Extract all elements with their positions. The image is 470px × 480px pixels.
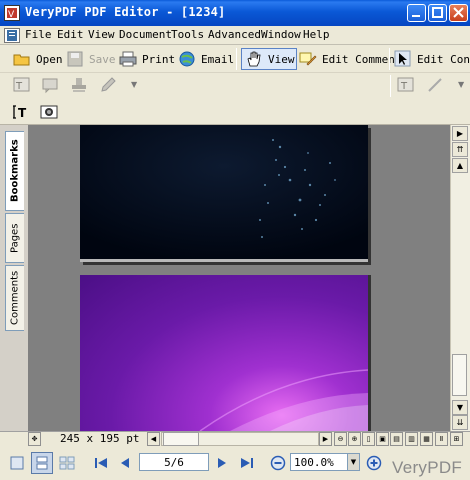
zoom-in-small-icon[interactable]: ⊕ — [348, 432, 361, 446]
edit-content-label: Edit Conte — [417, 52, 470, 66]
view-button[interactable]: View — [241, 48, 297, 70]
verypdf-logo-icon[interactable]: V — [4, 5, 20, 21]
page-image-dark — [80, 125, 368, 262]
chevron-down-icon[interactable]: ▼ — [347, 454, 359, 470]
page-number-input[interactable]: 5/6 — [139, 453, 209, 471]
print-button[interactable]: Print — [119, 48, 175, 70]
facing-pages-icon[interactable]: Ⅱ — [435, 432, 448, 446]
minimize-button[interactable] — [407, 4, 426, 22]
next-page-button[interactable] — [211, 452, 233, 474]
pdf-page-5[interactable] — [80, 125, 368, 262]
menu-window[interactable]: Window — [261, 28, 301, 41]
stamp-icon[interactable] — [70, 76, 88, 94]
fit-page-icon[interactable]: ▣ — [376, 432, 389, 446]
text-field-icon[interactable]: T — [397, 76, 415, 94]
scroll-right-arrow[interactable]: ▶ — [452, 126, 468, 141]
tab-pages[interactable]: Pages — [5, 213, 24, 263]
svg-text:T: T — [400, 81, 408, 92]
edit-content-button[interactable]: Edit Conte — [394, 48, 470, 70]
toolbar-separator — [236, 48, 237, 70]
fit-width-icon[interactable]: ▤ — [390, 432, 403, 446]
continuous-icon[interactable]: ▦ — [420, 432, 433, 446]
open-label: Open — [36, 52, 63, 66]
verypdf-watermark: VeryPDF — [392, 458, 463, 477]
move-icon[interactable]: ✥ — [28, 432, 41, 446]
menu-tools[interactable]: Tools — [171, 28, 204, 41]
maximize-button[interactable] — [428, 4, 447, 22]
save-button[interactable]: Save — [66, 48, 116, 70]
page-image-purple — [199, 369, 369, 432]
tab-comments[interactable]: Comments — [5, 265, 24, 331]
globe-mail-icon — [179, 51, 195, 67]
vertical-scroll-thumb[interactable] — [452, 354, 467, 396]
actual-size-icon[interactable]: ▥ — [405, 432, 418, 446]
edit-comment-button[interactable]: Edit Comment — [299, 48, 401, 70]
cursor-edit-icon — [394, 50, 411, 67]
page-size-readout: 245 x 195 pt — [60, 432, 140, 445]
first-page-arrow[interactable]: ⇈ — [452, 142, 468, 157]
facing-view-icon[interactable] — [56, 452, 78, 474]
email-button[interactable]: Email — [178, 48, 234, 70]
zoom-value: 100.0% — [294, 455, 334, 469]
horizontal-scroll-thumb[interactable] — [163, 432, 199, 446]
pdf-page-6[interactable] — [80, 275, 369, 432]
chevron-down-icon[interactable]: ▼ — [131, 80, 137, 89]
svg-text:V: V — [8, 10, 15, 20]
scroll-up-arrow[interactable]: ▲ — [452, 158, 468, 173]
pencil-icon[interactable] — [99, 76, 117, 94]
svg-text:T: T — [18, 106, 27, 120]
single-page-view-icon[interactable] — [6, 452, 28, 474]
menu-file[interactable]: File — [25, 28, 52, 41]
folder-icon — [13, 54, 30, 66]
zoom-out-small-icon[interactable]: ⊖ — [334, 432, 347, 446]
svg-text:T: T — [15, 81, 23, 92]
zoom-out-icon[interactable] — [267, 452, 289, 474]
email-label: Email — [201, 52, 235, 66]
split-view-icon[interactable]: ⊞ — [450, 432, 463, 446]
scroll-right-arrow[interactable]: ▶ — [319, 432, 332, 446]
menu-edit[interactable]: Edit — [57, 28, 84, 41]
document-menu-icon[interactable] — [4, 28, 20, 43]
window-title: VeryPDF PDF Editor - [1234] — [25, 5, 226, 19]
view-label: View — [268, 52, 295, 66]
comment-pencil-icon — [299, 52, 317, 66]
print-label: Print — [142, 52, 176, 66]
text-cursor-icon[interactable]: T — [12, 103, 30, 121]
line-tool-icon[interactable] — [426, 76, 444, 94]
previous-page-button[interactable] — [114, 452, 136, 474]
text-box-icon[interactable]: T — [13, 76, 31, 94]
last-page-arrow[interactable]: ⇊ — [452, 415, 468, 430]
save-label: Save — [89, 52, 116, 66]
chevron-down-icon[interactable]: ▼ — [458, 80, 464, 89]
note-comment-icon[interactable] — [41, 76, 59, 94]
menu-view[interactable]: View — [88, 28, 115, 41]
single-page-icon[interactable]: ▯ — [362, 432, 375, 446]
image-tool-icon[interactable] — [40, 103, 58, 121]
hand-icon — [247, 51, 261, 67]
zoom-in-icon[interactable] — [363, 452, 385, 474]
toolbar-separator — [389, 48, 390, 70]
toolbar-separator — [390, 75, 391, 97]
scroll-left-arrow[interactable]: ◀ — [147, 432, 160, 446]
edit-toolbar — [0, 99, 470, 125]
floppy-icon — [67, 51, 83, 67]
menu-document[interactable]: Document — [119, 28, 172, 41]
scroll-down-arrow[interactable]: ▼ — [452, 400, 468, 415]
menu-advanced[interactable]: Advanced — [208, 28, 261, 41]
continuous-view-icon[interactable] — [31, 452, 53, 474]
printer-icon — [119, 51, 137, 67]
menu-help[interactable]: Help — [303, 28, 330, 41]
first-page-button[interactable] — [90, 452, 112, 474]
close-button[interactable] — [449, 4, 468, 22]
open-button[interactable]: Open — [13, 48, 63, 70]
tab-bookmarks[interactable]: Bookmarks — [5, 131, 24, 211]
last-page-button[interactable] — [236, 452, 258, 474]
